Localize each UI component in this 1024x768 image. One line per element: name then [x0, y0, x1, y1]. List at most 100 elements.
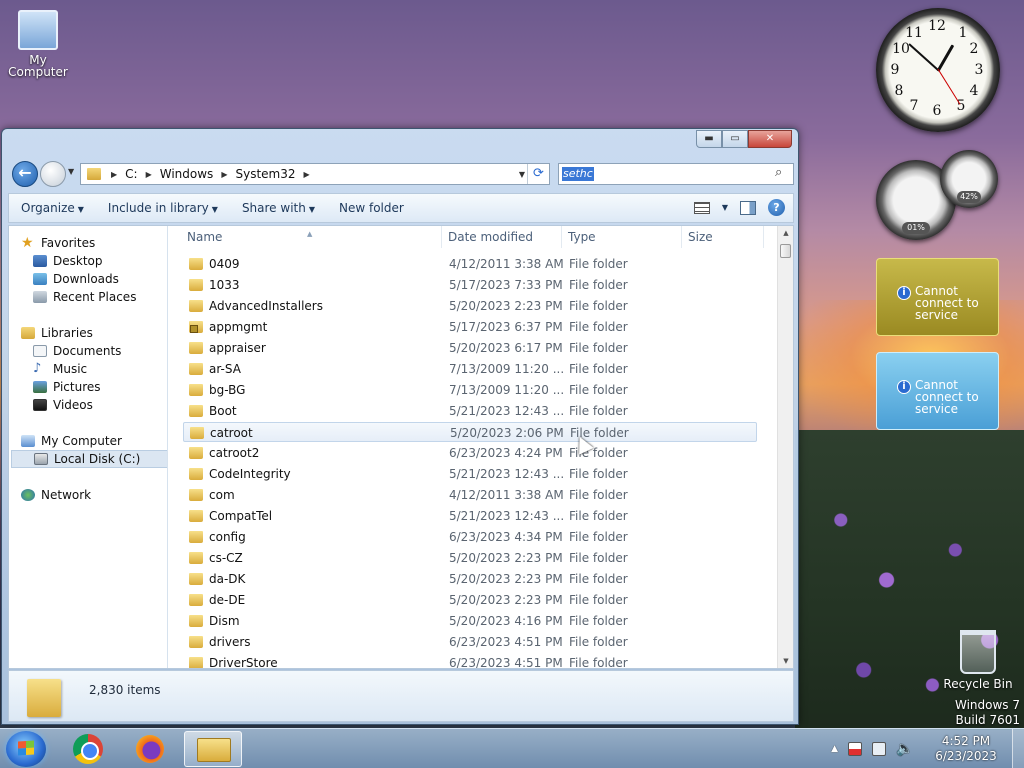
taskbar-app-chrome[interactable]: [60, 731, 118, 767]
scroll-up-arrow-icon[interactable]: ▲: [778, 226, 793, 240]
file-type: File folder: [569, 635, 628, 649]
change-view-icon[interactable]: [693, 201, 710, 214]
breadcrumb-chevron-icon[interactable]: ▶: [304, 170, 310, 179]
table-row[interactable]: Dism 5/20/2023 4:16 PM File folder: [183, 611, 757, 631]
file-date-modified: 5/20/2023 2:23 PM: [449, 572, 563, 586]
table-row[interactable]: CodeIntegrity 5/21/2023 12:43 ... File fol…: [183, 464, 757, 484]
table-row[interactable]: appmgmt 5/17/2023 6:37 PM File folder: [183, 317, 757, 337]
column-header-size[interactable]: Size: [688, 230, 713, 244]
table-row[interactable]: appraiser 5/20/2023 6:17 PM File folder: [183, 338, 757, 358]
file-date-modified: 5/20/2023 6:17 PM: [449, 341, 563, 355]
table-row[interactable]: catroot2 6/23/2023 4:24 PM File folder: [183, 443, 757, 463]
table-row[interactable]: DriverStore 6/23/2023 4:51 PM File folder: [183, 653, 757, 668]
breadcrumb-chevron-icon[interactable]: ▶: [146, 170, 152, 179]
scroll-down-arrow-icon[interactable]: ▼: [778, 654, 793, 668]
nav-item-my-computer[interactable]: My Computer: [21, 432, 167, 450]
table-row[interactable]: catroot 5/20/2023 2:06 PM File folder: [183, 422, 757, 442]
clock-gadget[interactable]: 12 1 2 3 4 5 6 7 8 9 10 11: [876, 8, 1000, 132]
table-row[interactable]: de-DE 5/20/2023 2:23 PM File folder: [183, 590, 757, 610]
star-icon: ★: [21, 235, 34, 251]
volume-icon[interactable]: 🔈: [896, 742, 913, 756]
forward-button[interactable]: [40, 161, 66, 187]
column-header-type[interactable]: Type: [568, 230, 596, 244]
weather-gadget[interactable]: i Cannot connect to service: [876, 352, 999, 430]
nav-item-documents[interactable]: Documents: [33, 342, 167, 360]
vertical-scrollbar[interactable]: ▲ ▼: [777, 226, 793, 668]
breadcrumb-chevron-icon[interactable]: ▶: [221, 170, 227, 179]
taskbar-clock[interactable]: 4:52 PM 6/23/2023: [920, 734, 1012, 764]
show-desktop-button[interactable]: [1012, 729, 1024, 768]
file-name: catroot: [210, 426, 253, 440]
table-row[interactable]: cs-CZ 5/20/2023 2:23 PM File folder: [183, 548, 757, 568]
nav-item-pictures[interactable]: Pictures: [33, 378, 167, 396]
start-button[interactable]: [6, 731, 46, 767]
table-row[interactable]: ar-SA 7/13/2009 11:20 ... File folder: [183, 359, 757, 379]
table-row[interactable]: drivers 6/23/2023 4:51 PM File folder: [183, 632, 757, 652]
folder-icon: [189, 279, 203, 291]
nav-item-downloads[interactable]: Downloads: [33, 270, 167, 288]
table-row[interactable]: AdvancedInstallers 5/20/2023 2:23 PM File …: [183, 296, 757, 316]
nav-item-libraries[interactable]: Libraries: [21, 324, 167, 342]
nav-item-recent-places[interactable]: Recent Places: [33, 288, 167, 306]
minimize-button[interactable]: ▬: [696, 130, 722, 148]
nav-item-favorites[interactable]: ★ Favorites: [21, 234, 167, 252]
table-row[interactable]: config 6/23/2023 4:34 PM File folder: [183, 527, 757, 547]
nav-item-videos[interactable]: Videos: [33, 396, 167, 414]
table-row[interactable]: 1033 5/17/2023 7:33 PM File folder: [183, 275, 757, 295]
breadcrumb-item[interactable]: System32: [233, 167, 297, 181]
nav-item-network[interactable]: Network: [21, 486, 167, 504]
network-tray-icon[interactable]: [872, 742, 886, 756]
share-with-menu[interactable]: Share with ▼: [230, 201, 327, 215]
close-button[interactable]: ✕: [748, 130, 792, 148]
table-row[interactable]: CompatTel 5/21/2023 12:43 ... File folder: [183, 506, 757, 526]
table-row[interactable]: Boot 5/21/2023 12:43 ... File folder: [183, 401, 757, 421]
file-type: File folder: [569, 362, 628, 376]
taskbar-app-firefox[interactable]: [122, 731, 180, 767]
file-type: File folder: [569, 341, 628, 355]
action-center-flag-icon[interactable]: [848, 742, 862, 756]
breadcrumb-item[interactable]: Windows: [158, 167, 216, 181]
include-in-library-menu[interactable]: Include in library ▼: [96, 201, 230, 215]
desktop-icon-my-computer[interactable]: My Computer: [8, 10, 68, 78]
scrollbar-thumb[interactable]: [780, 244, 791, 258]
table-row[interactable]: bg-BG 7/13/2009 11:20 ... File folder: [183, 380, 757, 400]
breadcrumb-item[interactable]: C:: [123, 167, 139, 181]
new-folder-button[interactable]: New folder: [327, 201, 416, 215]
taskbar-app-explorer[interactable]: [184, 731, 242, 767]
column-divider[interactable]: [763, 226, 764, 248]
explorer-window[interactable]: ▬ ▭ ✕ ← ▼ ▶ C: ▶ Windows ▶ System32 ▶ ▼ …: [1, 128, 799, 725]
folder-icon: [189, 531, 203, 543]
maximize-button[interactable]: ▭: [722, 130, 748, 148]
search-input[interactable]: sethc: [562, 167, 594, 181]
column-header-name[interactable]: Name: [187, 230, 222, 244]
column-divider[interactable]: [441, 226, 442, 248]
help-icon[interactable]: ?: [768, 199, 785, 216]
weather-gadget[interactable]: i Cannot connect to service: [876, 258, 999, 336]
nav-item-desktop[interactable]: Desktop: [33, 252, 167, 270]
column-divider[interactable]: [681, 226, 682, 248]
view-options-chevron-icon[interactable]: ▼: [722, 203, 728, 212]
column-header-date-modified[interactable]: Date modified: [448, 230, 533, 244]
file-name: Boot: [209, 404, 237, 418]
show-hidden-icons-icon[interactable]: ▲: [831, 744, 838, 754]
nav-item-local-disk[interactable]: Local Disk (C:): [11, 450, 167, 468]
search-icon[interactable]: ⌕: [775, 166, 789, 180]
refresh-button[interactable]: ⟳: [527, 164, 549, 184]
address-bar[interactable]: ▶ C: ▶ Windows ▶ System32 ▶ ▼ ⟳: [80, 163, 550, 185]
table-row[interactable]: da-DK 5/20/2023 2:23 PM File folder: [183, 569, 757, 589]
folder-icon: [189, 300, 203, 312]
breadcrumb-chevron-icon[interactable]: ▶: [111, 170, 117, 179]
file-name: com: [209, 488, 235, 502]
desktop-icon-recycle-bin[interactable]: Recycle Bin: [935, 630, 1021, 690]
table-row[interactable]: 0409 4/12/2011 3:38 AM File folder: [183, 254, 757, 274]
preview-pane-icon[interactable]: [740, 200, 756, 215]
file-date-modified: 5/17/2023 7:33 PM: [449, 278, 563, 292]
search-box[interactable]: sethc ⌕: [558, 163, 794, 185]
address-history-dropdown[interactable]: ▼: [519, 170, 525, 179]
column-divider[interactable]: [561, 226, 562, 248]
table-row[interactable]: com 4/12/2011 3:38 AM File folder: [183, 485, 757, 505]
back-button[interactable]: ←: [12, 161, 38, 187]
recent-pages-dropdown[interactable]: ▼: [68, 167, 74, 176]
nav-item-music[interactable]: ♪ Music: [33, 360, 167, 378]
organize-menu[interactable]: Organize ▼: [9, 201, 96, 215]
